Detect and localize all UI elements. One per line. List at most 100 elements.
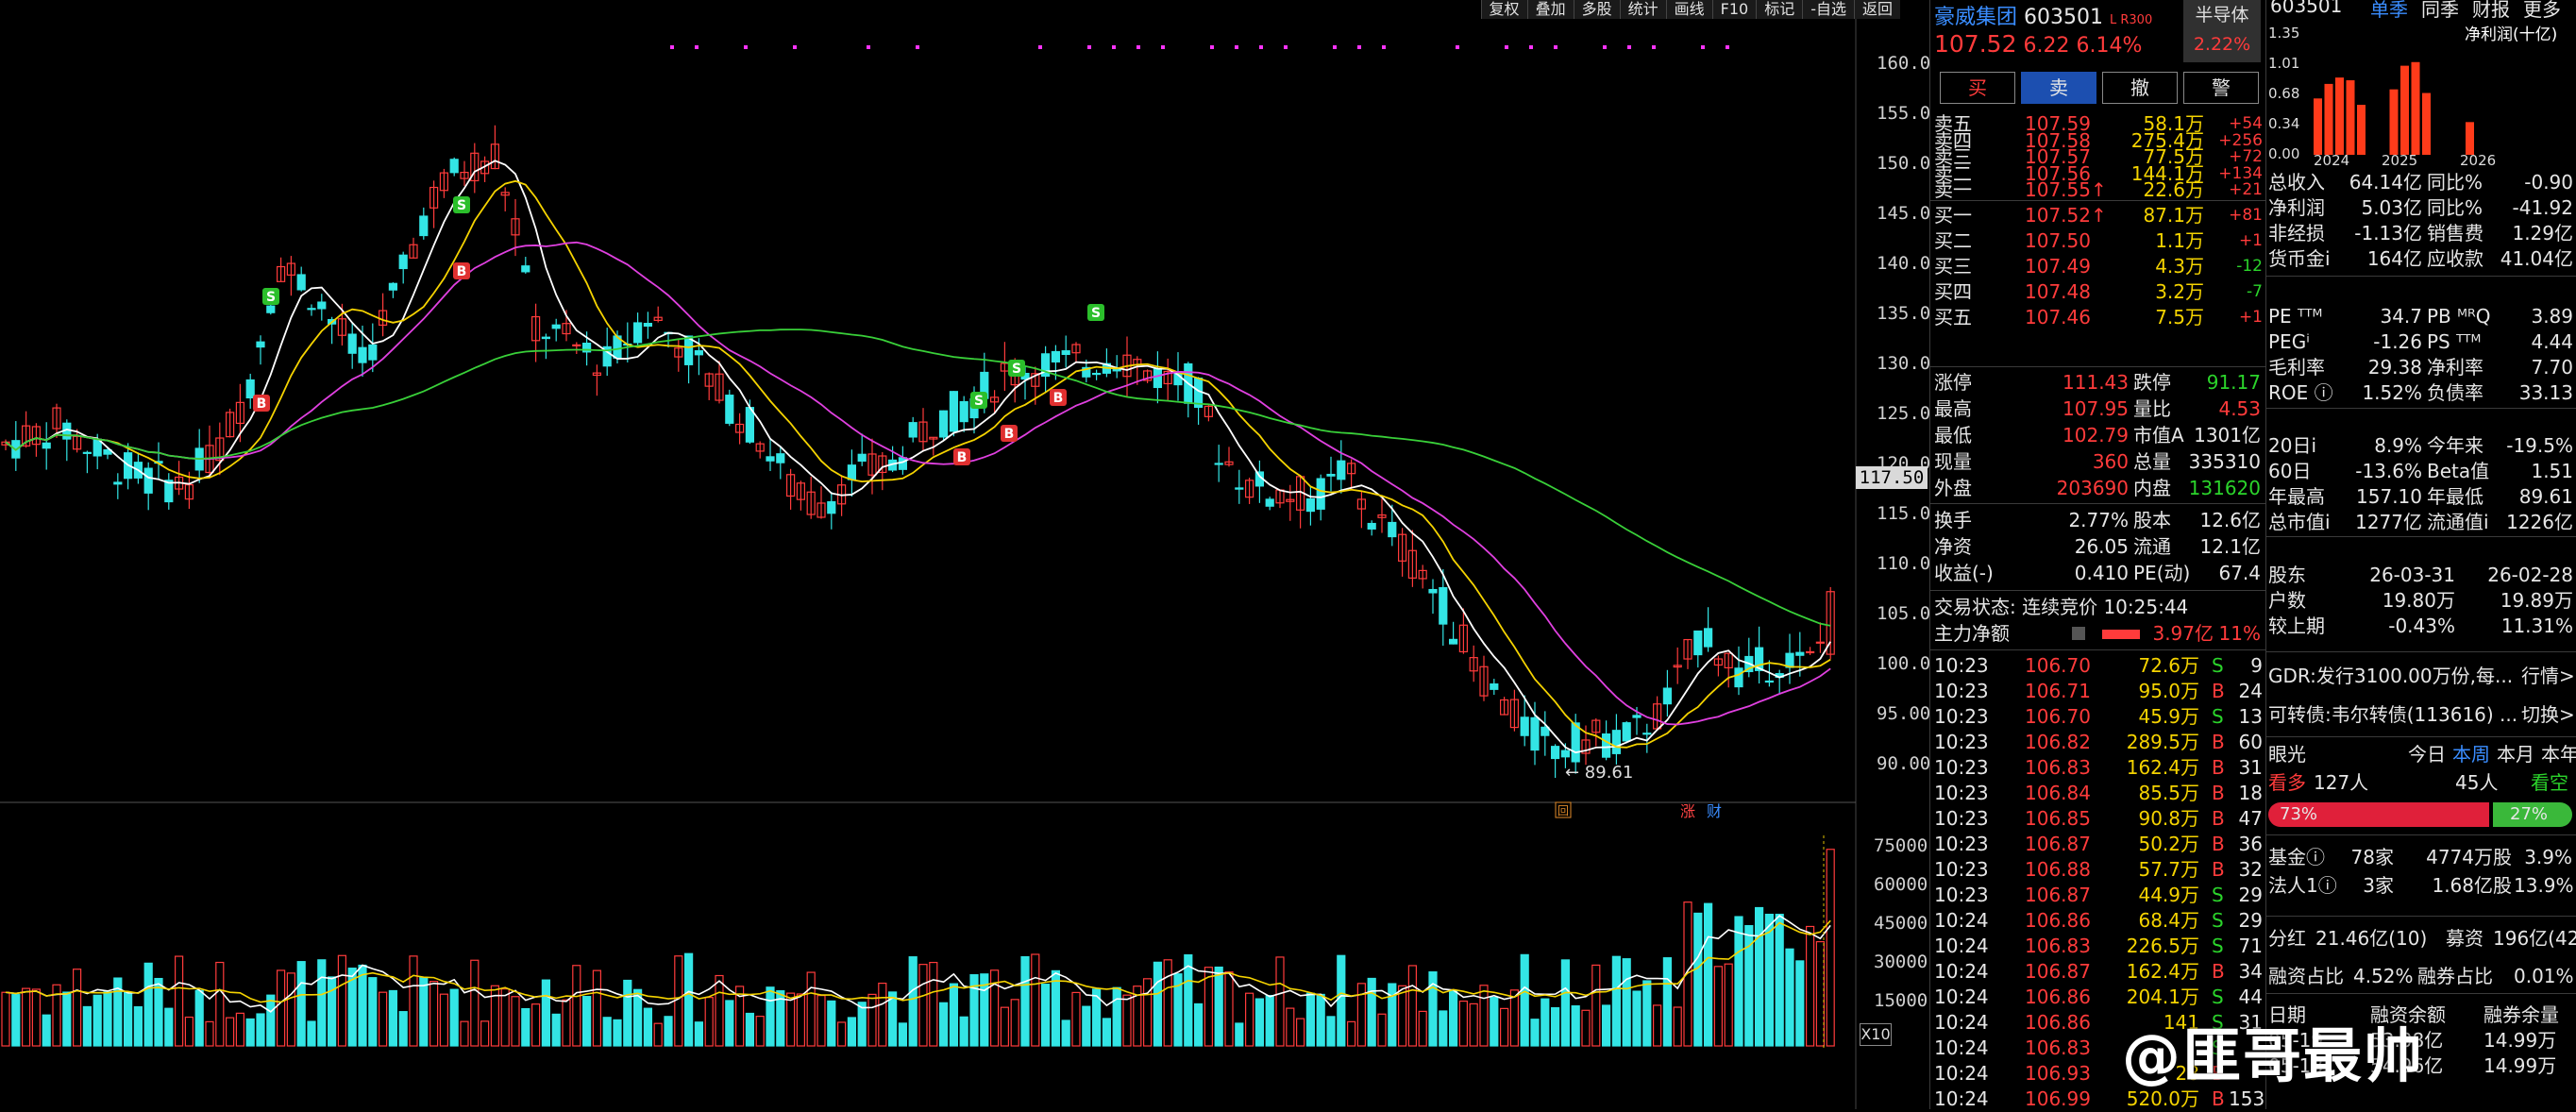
toolbar-multi-stock[interactable]: 多股 [1573,0,1620,19]
tick-price: 106.88 [2025,858,2091,881]
price-tick: 155.0 [1877,103,1931,124]
fund-divider [2266,536,2576,537]
tab-report[interactable]: 财报 [2472,0,2510,22]
price-tick: 140.0 [1877,253,1931,274]
toolbar-fuquan[interactable]: 复权 [1480,0,1527,19]
price-tick: 95.00 [1877,703,1931,724]
volume-bar [674,955,683,1047]
volume-bar [1571,1005,1580,1047]
stat-label: 收益(-) [1934,562,1994,584]
candle-body [551,324,561,329]
tick-row: 10:23 106.82 289.5万 B 60 [1930,730,2265,755]
tick-time: 10:24 [1934,1036,1989,1059]
gdr-row[interactable]: GDR:发行3100.00万份,每... 行情> [2266,664,2576,689]
tick-side: B [2212,680,2225,702]
tick-side: S [2212,935,2224,957]
ask-row[interactable]: 卖四 107.58 275.4万 +256 [1930,131,2265,150]
stat-value: 107.95 [2062,397,2129,420]
tick-count: 18 [2238,782,2263,804]
event-dot [1554,45,1557,49]
sector-box[interactable]: 半导体 2.22% [2183,0,2261,62]
candle-body [266,305,276,313]
tick-side: S [2212,884,2224,906]
volume-bar [1305,992,1316,1047]
toolbar-draw[interactable]: 画线 [1665,0,1712,19]
volume-bar [572,965,581,1047]
tick-count: 31 [2238,756,2263,779]
volume-bar [592,969,602,1047]
profit-chart-title: 净利润(十亿) [2465,25,2557,44]
event-dot [1087,45,1091,49]
fund-row: 总收入 64.14亿 同比% -0.90 [2266,170,2576,195]
tab-more[interactable]: 更多 [2523,0,2561,22]
eye-tab[interactable]: 今日 [2408,742,2446,767]
limit-up-marker[interactable]: 涨 [1680,802,1695,820]
ask-row[interactable]: 卖一 107.55↑ 22.6万 +21 [1930,180,2265,199]
event-dot [793,45,797,49]
tick-count: 29 [2238,884,2263,906]
current-price-tag: 117.50 [1856,466,1928,489]
toolbar-f10[interactable]: F10 [1711,0,1757,19]
toolbar-watchlist[interactable]: -自选 [1802,0,1854,19]
volume-bar [1184,953,1193,1047]
tab-quarter[interactable]: 单季 [2370,0,2408,22]
profit-bar [2335,77,2344,155]
gdr-link[interactable]: 行情> [2521,664,2575,689]
volume-bar [215,961,225,1047]
holder-value: 11.31% [2500,615,2573,637]
volume-bar [1163,959,1172,1047]
profit-y-tick: 0.00 [2268,145,2299,162]
alert-button[interactable]: 警 [2183,72,2259,104]
eye-tab[interactable]: 本周 [2452,742,2490,767]
ask-row[interactable]: 卖三 107.57 77.5万 +72 [1930,147,2265,166]
buy-button[interactable]: 买 [1940,72,2015,104]
volume-bar [398,1011,408,1047]
eye-tab[interactable]: 本月 [2497,742,2534,767]
volume-bar [1469,1002,1478,1047]
toolbar-back[interactable]: 返回 [1853,0,1900,19]
volume-bar [1040,984,1051,1047]
convertible-link[interactable]: 切换> [2521,702,2575,728]
tick-count: 47 [2238,807,2263,830]
fund-value: 89.61 [2518,485,2573,508]
price-change: 6.22 [2023,34,2070,58]
volume-bar [1591,964,1601,1047]
fund-value: 33.13 [2518,381,2573,404]
fund-value: -19.5% [2506,434,2573,457]
volume-bar [1397,985,1407,1047]
volume-bar [602,1017,612,1047]
volume-bar [766,986,775,1047]
sell-button[interactable]: 卖 [2021,72,2096,104]
convertible-row[interactable]: 可转债:韦尔转债(113616) ... 切换> [2266,702,2576,728]
bid-row[interactable]: 买五 107.46 7.5万 +1 [1930,305,2265,330]
main-flow-row[interactable]: 主力净额 3.97亿 11% [1930,621,2265,647]
cancel-order-button[interactable]: 撤 [2102,72,2178,104]
toolbar-mark[interactable]: 标记 [1756,0,1803,19]
candle-body [938,410,949,438]
flow-bar [2102,630,2140,639]
candlestick-chart[interactable]: S B B S S B B S B S ← 89.61 回 涨财 [0,19,1869,1109]
fund-label: 销售费 [2427,222,2483,244]
fund-value: 7.70 [2531,356,2573,379]
volume-bar [22,987,31,1047]
eye-tab[interactable]: 本年 [2541,742,2576,767]
fund-tabs: 单季 同季 财报 更多 [2370,0,2561,22]
fund-label: 年最高 [2268,485,2325,508]
bid-row[interactable]: 买四 107.48 3.2万 -7 [1930,279,2265,305]
watermark: @匪哥最帅 [2122,1021,2425,1090]
event-dot [867,45,870,49]
tab-same-quarter[interactable]: 同季 [2421,0,2459,22]
volume-bar [1815,940,1826,1047]
toolbar-overlay[interactable]: 叠加 [1526,0,1574,19]
volume-bar [1071,991,1081,1047]
bid-row[interactable]: 买一 107.52↑ 87.1万 +81 [1930,203,2265,228]
tick-price: 106.71 [2025,680,2091,702]
bid-row[interactable]: 买三 107.49 4.3万 -12 [1930,254,2265,279]
finance-marker[interactable]: 财 [1707,802,1722,820]
marker-label: B [1004,427,1015,442]
bid-row[interactable]: 买二 107.50 1.1万 +1 [1930,228,2265,254]
ask-row[interactable]: 卖五 107.59 58.1万 +54 [1930,114,2265,133]
tick-price: 106.70 [2025,654,2091,677]
toolbar-stats[interactable]: 统计 [1619,0,1666,19]
tick-side: S [2212,909,2224,932]
